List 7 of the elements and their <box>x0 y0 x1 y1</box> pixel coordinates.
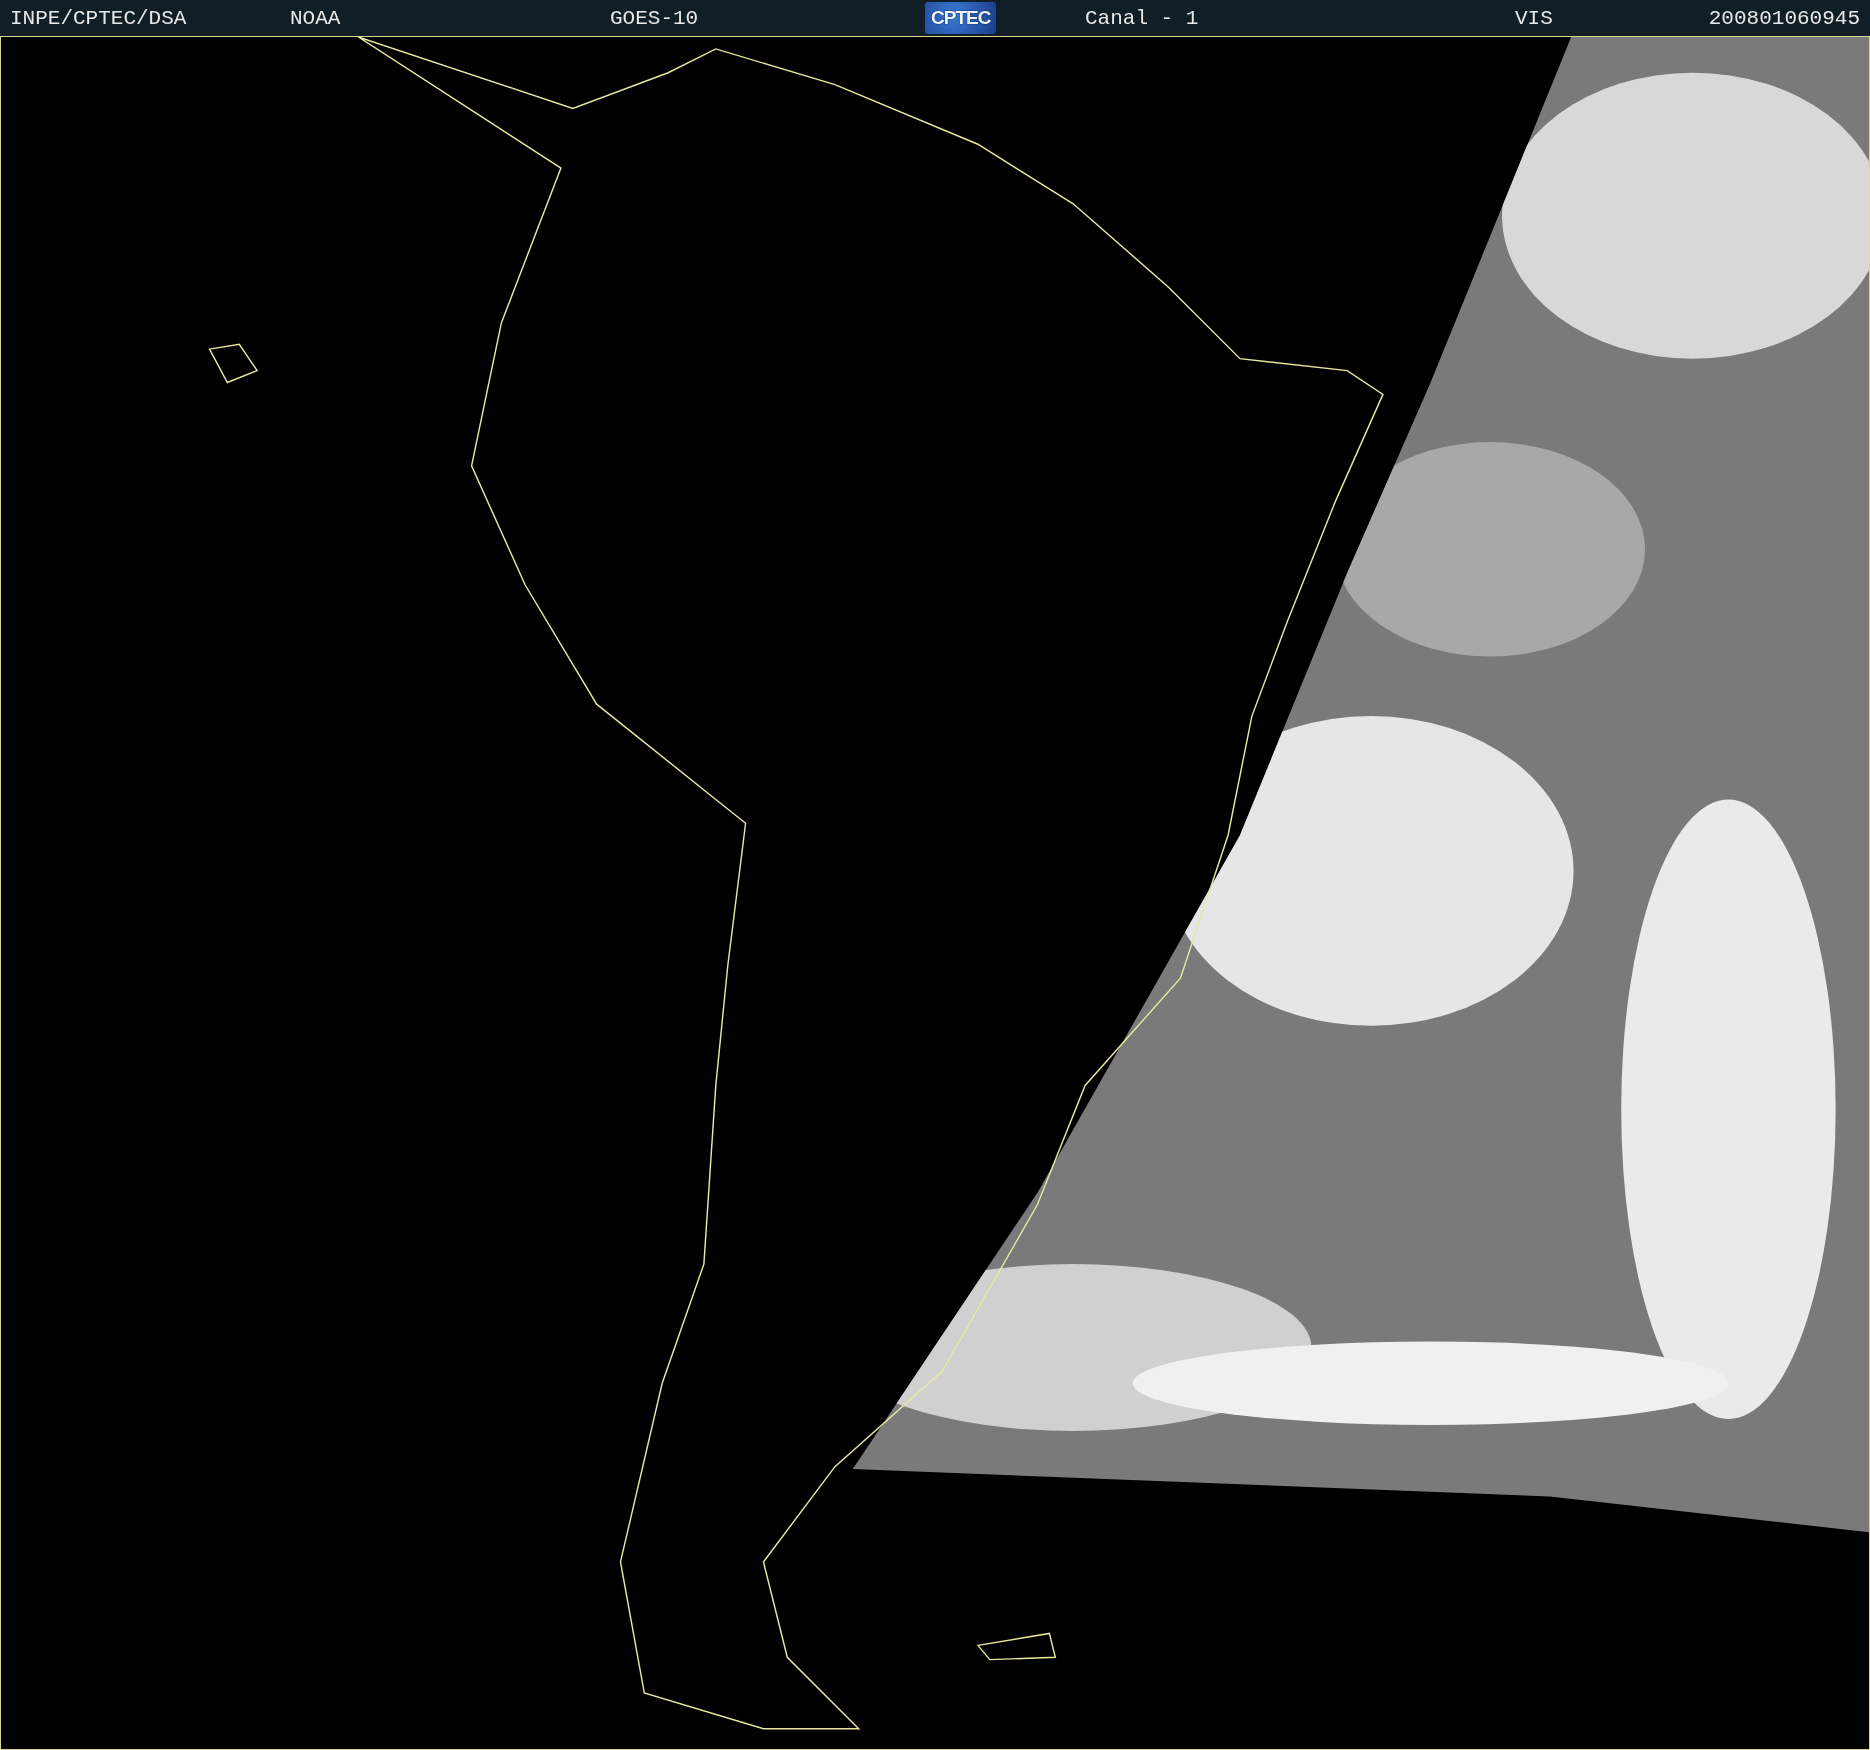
logo: CPTEC <box>925 2 997 34</box>
header-label: Canal - 1 <box>1085 6 1199 30</box>
header-label: NOAA <box>290 6 341 30</box>
header-label: INPE/CPTEC/DSA <box>10 6 187 30</box>
header-label: VIS <box>1515 6 1553 30</box>
header-label: 200801060945 <box>1708 6 1860 30</box>
header-label: GOES-10 <box>610 6 699 30</box>
